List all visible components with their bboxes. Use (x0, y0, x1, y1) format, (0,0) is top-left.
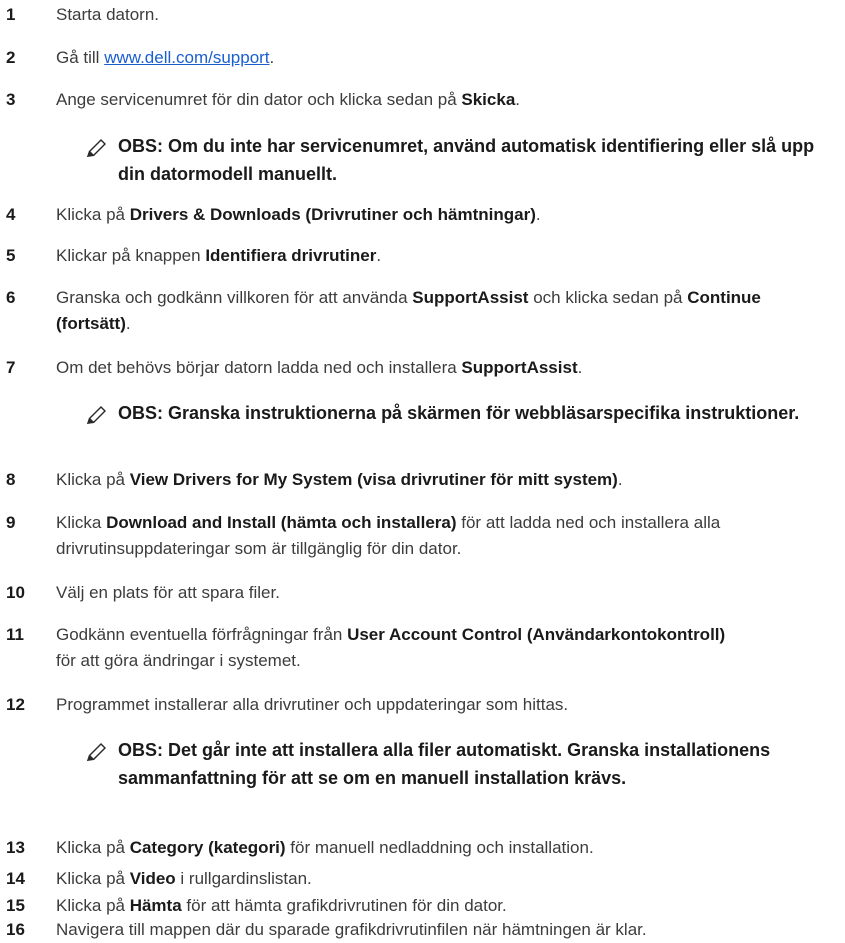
step-text: Klicka på Hämta för att hämta grafikdriv… (56, 896, 507, 915)
step-number: 5 (6, 246, 16, 265)
step-text: Godkänn eventuella förfrågningar från Us… (56, 625, 726, 670)
step-number: 6 (6, 288, 16, 307)
step-number: 2 (6, 48, 16, 67)
pencil-note-icon (87, 743, 106, 761)
step-text: Om det behövs börjar datorn ladda ned oc… (56, 358, 583, 377)
step-text: Klicka på Video i rullgardinslistan. (56, 869, 312, 888)
pencil-note-icon (87, 139, 106, 157)
step-text: Välj en plats för att spara filer. (56, 583, 280, 602)
step-text: Klicka på Drivers & Downloads (Drivrutin… (56, 205, 541, 224)
step-number: 11 (6, 625, 24, 644)
step-number: 9 (6, 513, 16, 532)
note-text: OBS: Det går inte att installera alla fi… (118, 740, 771, 788)
pencil-note-icon (87, 406, 106, 424)
step-text: Gå till www.dell.com/support. (56, 48, 275, 67)
instruction-page: 1 Starta datorn. 2 Gå till www.dell.com/… (0, 0, 845, 943)
step-text: Granska och godkänn villkoren för att an… (56, 288, 761, 333)
step-number: 14 (6, 869, 25, 888)
step-number: 12 (6, 695, 25, 714)
step-number: 8 (6, 470, 16, 489)
step-text: Ange servicenumret för din dator och kli… (56, 90, 521, 109)
step-number: 15 (6, 896, 25, 915)
step-text: Klicka på View Drivers for My System (vi… (56, 470, 623, 489)
step-number: 13 (6, 838, 25, 857)
step-text: Klickar på knappen Identifiera drivrutin… (56, 246, 382, 265)
step-number: 4 (6, 205, 16, 224)
step-number: 3 (6, 90, 16, 109)
step-number: 1 (6, 5, 16, 24)
step-number: 16 (6, 920, 25, 939)
note-text: OBS: Granska instruktionerna på skärmen … (118, 403, 800, 423)
step-number: 7 (6, 358, 16, 377)
step-text: Klicka på Category (kategori) för manuel… (56, 838, 594, 857)
step-text: Navigera till mappen där du sparade graf… (56, 920, 647, 939)
step-number: 10 (6, 583, 25, 602)
support-link[interactable]: www.dell.com/support (104, 48, 269, 67)
note-text: OBS: Om du inte har servicenumret, använ… (118, 136, 815, 184)
step-text: Starta datorn. (56, 5, 160, 24)
step-text: Programmet installerar alla drivrutiner … (56, 695, 569, 714)
step-text: Klicka Download and Install (hämta och i… (56, 513, 721, 558)
